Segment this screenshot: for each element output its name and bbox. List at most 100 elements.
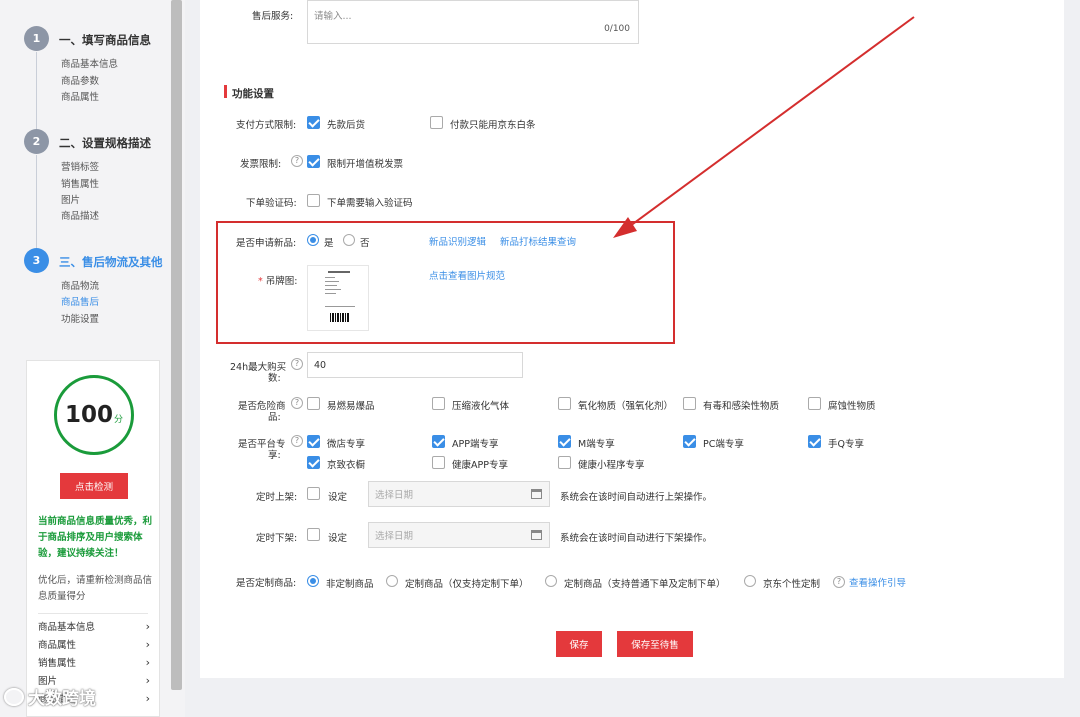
help-icon[interactable]: ?: [291, 358, 303, 370]
payment-option-label: 先款后货: [327, 120, 366, 131]
chevron-right-icon: ›: [145, 655, 150, 669]
page-root: 1 一、填写商品信息 商品基本信息 商品参数 商品属性 2 二、设置规格描述 营…: [0, 0, 1080, 717]
help-icon[interactable]: ?: [291, 435, 303, 447]
custom-radio[interactable]: [386, 575, 398, 587]
barcode-icon: [330, 313, 350, 322]
step-sub-item[interactable]: 功能设置: [61, 311, 99, 325]
check-quality-button[interactable]: 点击检测: [60, 473, 128, 499]
platform-checkbox[interactable]: [307, 456, 320, 469]
timed-off-note: 系统会在该时间自动进行下架操作。: [560, 533, 713, 544]
danger-checkbox[interactable]: [683, 397, 696, 410]
calendar-icon: [531, 530, 542, 540]
quality-link-basic[interactable]: 商品基本信息 ›: [38, 619, 150, 634]
danger-checkbox[interactable]: [558, 397, 571, 410]
platform-option-label: 健康小程序专享: [578, 460, 645, 471]
custom-option-label: 非定制商品: [326, 579, 374, 590]
platform-label-cont: 享:: [268, 450, 281, 461]
new-product-radio-yes[interactable]: [307, 234, 319, 246]
step-number: 3: [24, 248, 49, 273]
danger-option-label: 压缩液化气体: [452, 401, 510, 412]
invoice-checkbox[interactable]: [307, 155, 320, 168]
custom-option-label: 定制商品（支持普通下单及定制下单）: [564, 579, 726, 590]
custom-radio[interactable]: [744, 575, 756, 587]
tag-image-label: * 吊牌图:: [258, 273, 297, 287]
platform-option-label: M端专享: [578, 439, 615, 450]
save-pending-button[interactable]: 保存至待售: [617, 631, 693, 657]
quality-link-attrs[interactable]: 商品属性 ›: [38, 637, 150, 652]
step-number: 1: [24, 26, 49, 51]
custom-radio[interactable]: [545, 575, 557, 587]
invoice-label: 发票限制:: [240, 159, 282, 170]
help-icon[interactable]: ?: [291, 397, 303, 409]
platform-checkbox[interactable]: [683, 435, 696, 448]
step-sub-item[interactable]: 营销标签: [61, 159, 99, 173]
new-product-label: 是否申请新品:: [236, 238, 297, 249]
danger-option-label: 氧化物质（强氧化剂）: [578, 401, 674, 412]
quality-score-unit: 分: [114, 414, 124, 425]
after-sale-textarea[interactable]: 请输入... 0/100: [307, 0, 639, 44]
payment-checkbox-baitiao[interactable]: [430, 116, 443, 129]
chevron-right-icon: ›: [145, 637, 150, 651]
platform-checkbox[interactable]: [558, 456, 571, 469]
help-icon[interactable]: ?: [833, 576, 845, 588]
timed-off-label: 定时下架:: [256, 533, 298, 544]
captcha-checkbox[interactable]: [307, 194, 320, 207]
quality-score: 100: [64, 402, 113, 428]
danger-option-label: 有毒和感染性物质: [703, 401, 780, 412]
new-product-yes-label: 是: [324, 238, 334, 249]
payment-checkbox-prepay[interactable]: [307, 116, 320, 129]
danger-checkbox[interactable]: [808, 397, 821, 410]
platform-option-label: PC端专享: [703, 439, 744, 450]
new-product-logic-link[interactable]: 新品识别逻辑: [429, 234, 486, 248]
danger-option-label: 腐蚀性物质: [828, 401, 876, 412]
quality-status-text: 当前商品信息质量优秀，利于商品排序及用户搜索体验，建议持续关注！: [38, 516, 153, 559]
timed-on-checkbox[interactable]: [307, 487, 320, 500]
step-sub-item[interactable]: 商品描述: [61, 208, 99, 222]
timed-on-date-input[interactable]: 选择日期: [368, 481, 550, 507]
platform-checkbox[interactable]: [808, 435, 821, 448]
chevron-right-icon: ›: [145, 691, 150, 705]
help-icon[interactable]: ?: [291, 155, 303, 167]
timed-off-option-label: 设定: [328, 533, 348, 544]
new-product-result-link[interactable]: 新品打标结果查询: [500, 234, 576, 248]
custom-option-label: 定制商品（仅支持定制下单）: [405, 579, 529, 590]
tag-text-line: [325, 277, 335, 278]
step-sub-item[interactable]: 商品物流: [61, 278, 99, 292]
custom-radio[interactable]: [307, 575, 319, 587]
new-product-radio-no[interactable]: [343, 234, 355, 246]
custom-option-label: 京东个性定制: [763, 579, 821, 590]
step-sub-item[interactable]: 图片: [61, 192, 80, 206]
danger-checkbox[interactable]: [432, 397, 445, 410]
platform-checkbox[interactable]: [432, 435, 445, 448]
captcha-option-label: 下单需要输入验证码: [327, 198, 413, 209]
save-button[interactable]: 保存: [556, 631, 602, 657]
image-spec-link[interactable]: 点击查看图片规范: [429, 268, 505, 282]
step-sub-item[interactable]: 商品属性: [61, 89, 99, 103]
invoice-option-label: 限制开增值税发票: [327, 159, 404, 170]
step-sub-item[interactable]: 商品基本信息: [61, 56, 118, 70]
platform-checkbox[interactable]: [432, 456, 445, 469]
custom-guide-link[interactable]: 查看操作引导: [849, 575, 906, 589]
timed-off-date-input[interactable]: 选择日期: [368, 522, 550, 548]
tag-image-thumbnail[interactable]: [307, 265, 369, 331]
danger-checkbox[interactable]: [307, 397, 320, 410]
timed-off-checkbox[interactable]: [307, 528, 320, 541]
max-buy-value: 40: [314, 359, 327, 371]
quality-link-label: 商品属性: [38, 640, 77, 651]
chevron-right-icon: ›: [145, 673, 150, 687]
platform-checkbox[interactable]: [307, 435, 320, 448]
watermark-text: 大数跨境: [28, 689, 96, 709]
quality-link-label: 商品基本信息: [38, 622, 96, 633]
step-title: 二、设置规格描述: [59, 136, 151, 150]
new-product-no-label: 否: [360, 238, 370, 249]
platform-checkbox[interactable]: [558, 435, 571, 448]
step-sub-item[interactable]: 商品参数: [61, 73, 99, 87]
step-sub-item-active[interactable]: 商品售后: [61, 294, 99, 308]
sidebar-scrollbar[interactable]: [171, 0, 182, 690]
payment-label: 支付方式限制:: [236, 120, 297, 131]
max-buy-input[interactable]: 40: [307, 352, 523, 378]
tag-text-line: [325, 281, 339, 282]
tag-image-label-text: 吊牌图:: [265, 276, 298, 287]
step-sub-item[interactable]: 销售属性: [61, 176, 99, 190]
quality-link-sales[interactable]: 销售属性 ›: [38, 655, 150, 670]
